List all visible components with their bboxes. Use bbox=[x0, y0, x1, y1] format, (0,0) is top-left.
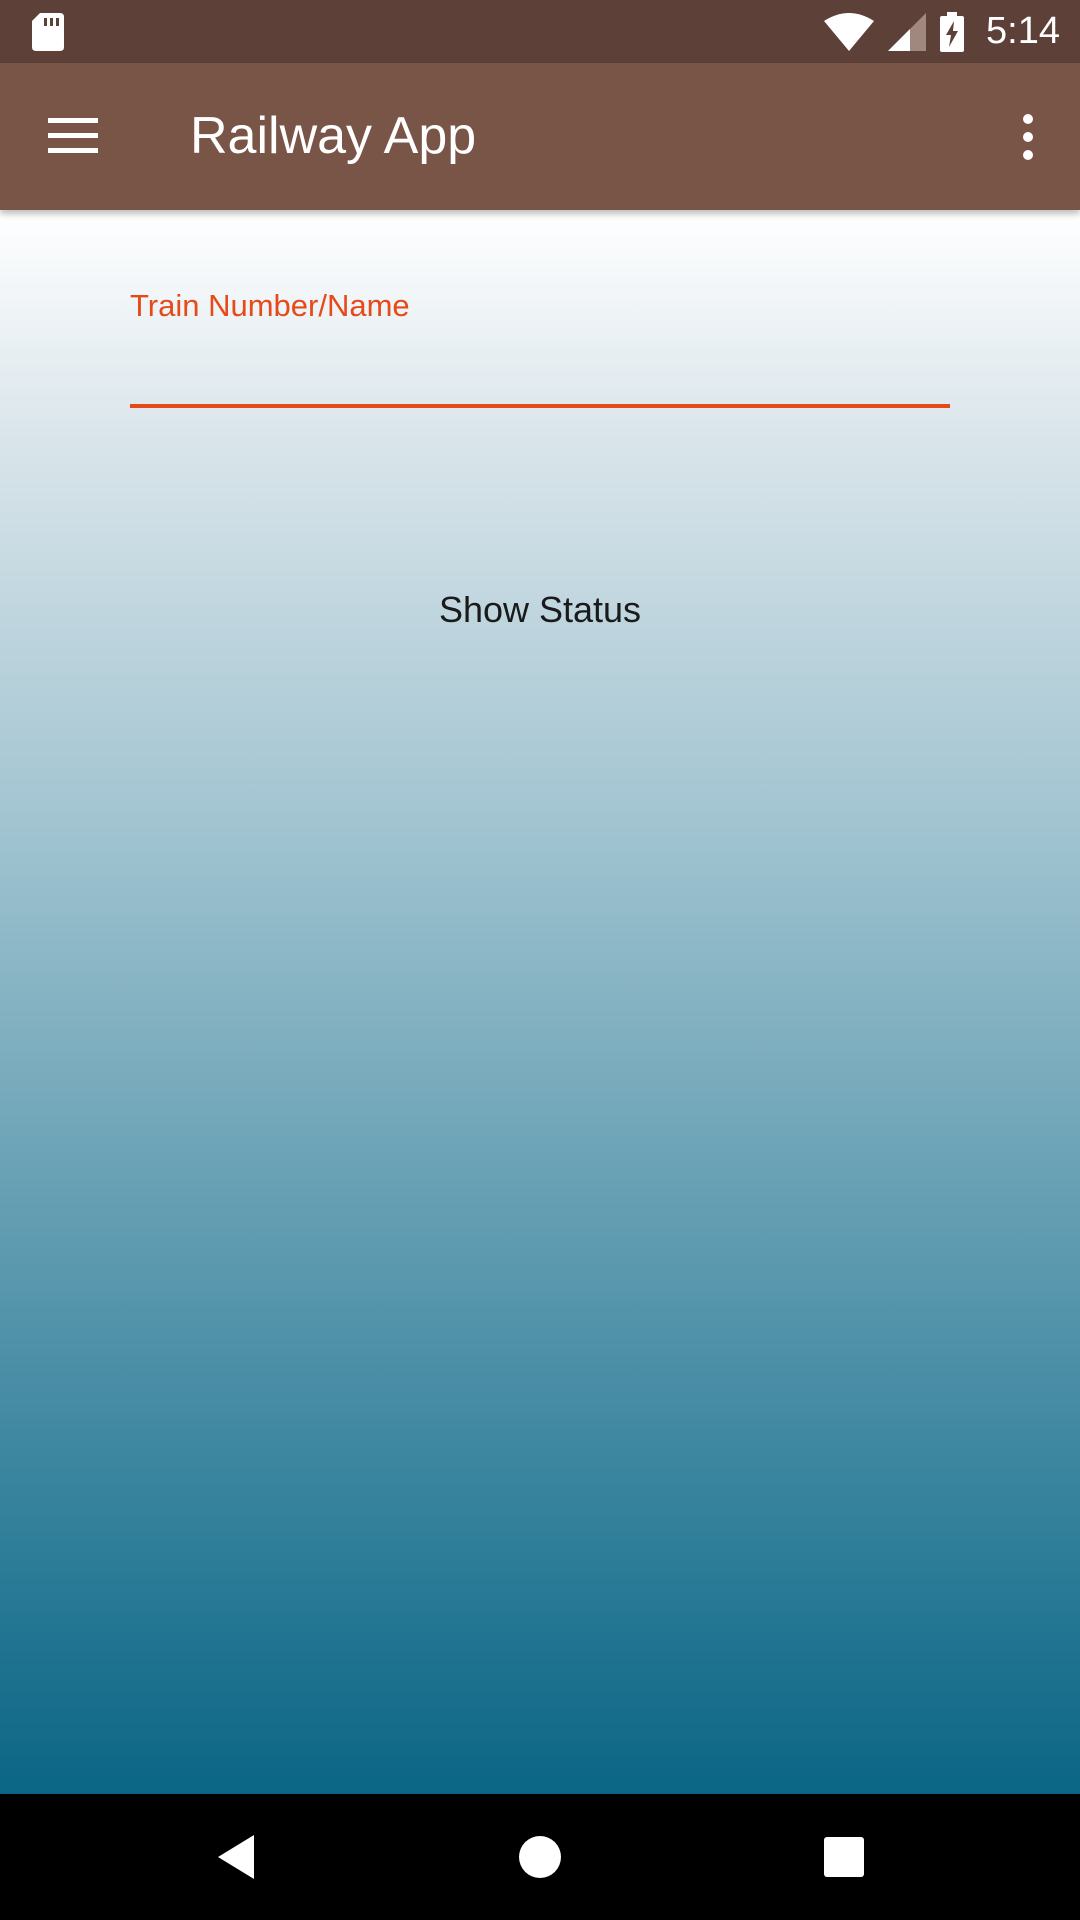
more-vert-icon[interactable] bbox=[1016, 113, 1040, 161]
app-title: Railway App bbox=[190, 107, 477, 165]
screen: 5:14 Railway App Train Number/Name Show … bbox=[0, 0, 1080, 1920]
wifi-icon bbox=[824, 12, 875, 51]
battery-charging-icon bbox=[940, 11, 965, 52]
status-time: 5:14 bbox=[986, 10, 1060, 52]
app-bar: Railway App bbox=[0, 63, 1080, 210]
back-icon[interactable] bbox=[206, 1827, 266, 1887]
sd-card-icon bbox=[32, 13, 64, 51]
status-icons: 5:14 bbox=[824, 0, 1060, 63]
home-icon[interactable] bbox=[510, 1827, 570, 1887]
show-status-button[interactable]: Show Status bbox=[340, 565, 740, 655]
hamburger-menu-icon[interactable] bbox=[48, 116, 98, 156]
main-content: Train Number/Name Show Status bbox=[0, 210, 1080, 1794]
navigation-bar bbox=[0, 1794, 1080, 1920]
train-number-input[interactable] bbox=[130, 338, 950, 408]
train-field-label: Train Number/Name bbox=[130, 288, 410, 323]
cellular-signal-icon bbox=[888, 12, 927, 51]
status-bar: 5:14 bbox=[0, 0, 1080, 63]
recents-icon[interactable] bbox=[814, 1827, 874, 1887]
